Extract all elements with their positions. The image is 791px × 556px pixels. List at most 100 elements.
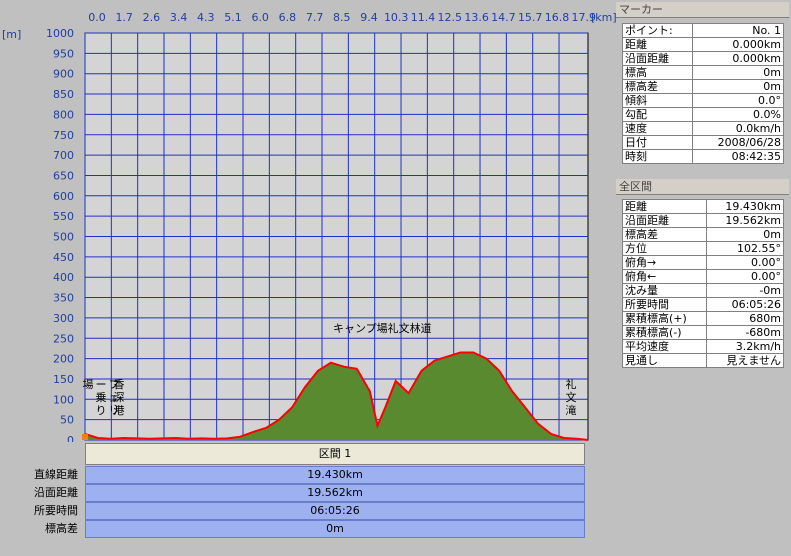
total-value: 0.00° (706, 269, 784, 284)
x-tick-label: 13.6 (464, 11, 489, 24)
y-tick-label: 300 (53, 312, 74, 325)
total-key: 沿面距離 (621, 213, 708, 228)
total-key: 俯角← (621, 269, 708, 284)
total-row: 累積標高(-) -680m (621, 325, 784, 340)
section-summary-value: 19.430km (85, 466, 585, 484)
y-tick-label: 350 (53, 292, 74, 305)
annotation-vertical-label: 礼文滝 (566, 377, 577, 417)
y-tick-label: 500 (53, 231, 74, 244)
x-tick-label: 16.8 (545, 11, 570, 24)
y-tick-label: 950 (53, 47, 74, 60)
section-summary-value: 19.562km (85, 484, 585, 502)
total-key: 標高差 (621, 227, 708, 242)
y-tick-label: 600 (53, 190, 74, 203)
total-value: 680m (706, 311, 784, 326)
y-tick-label: 100 (53, 393, 74, 406)
total-table: 距離 19.430km 沿面距離 19.562km 標高差 0m 方位 102.55° 俯角→ 0… (621, 199, 784, 368)
total-key: 沈み量 (621, 283, 708, 298)
x-tick-label: 4.3 (197, 11, 215, 24)
total-key: 方位 (621, 241, 708, 256)
total-value: 見えません (706, 353, 784, 368)
total-key: 所要時間 (621, 297, 708, 312)
x-tick-label: 6.8 (279, 11, 297, 24)
x-tick-label: 9.4 (360, 11, 378, 24)
marker-value: 2008/06/28 (692, 135, 784, 150)
x-tick-label: 0.0 (88, 11, 106, 24)
marker-point[interactable] (82, 434, 88, 440)
x-tick-label: 2.6 (143, 11, 161, 24)
elevation-chart[interactable]: 0 50 100 150 200 250 300 350 400 450 500 550 600 650 7… (0, 0, 616, 442)
annotation-vertical-label: 香深港 (114, 378, 125, 417)
marker-value: 0.0% (692, 107, 784, 122)
marker-row: 日付 2008/06/28 (621, 135, 784, 150)
section-summary-label: 標高差 (45, 522, 78, 535)
x-tick-label: 6.0 (251, 11, 269, 24)
marker-row: 沿面距離 0.000km (621, 51, 784, 66)
marker-key: 勾配 (621, 107, 694, 122)
y-tick-label: 150 (53, 373, 74, 386)
marker-value: 0.0° (692, 93, 784, 108)
total-row: 平均速度 3.2km/h (621, 339, 784, 354)
total-row: 距離 19.430km (621, 199, 784, 214)
marker-panel-header: マーカー (616, 2, 789, 18)
x-axis-ticks: 0.0 1.7 2.6 3.4 4.3 5.1 6.0 6.8 7.7 8.5 9.4 10.3 11.… (88, 11, 596, 24)
x-tick-label: 14.7 (491, 11, 516, 24)
marker-value: 08:42:35 (692, 149, 784, 164)
x-tick-label: 10.3 (384, 11, 409, 24)
marker-table: ポイント: No. 1 距離 0.000km 沿面距離 0.000km 標高 0m 標高差 0m 傾… (621, 23, 784, 164)
total-value: 0.00° (706, 255, 784, 270)
marker-value: 0.000km (692, 51, 784, 66)
total-key: 距離 (621, 199, 708, 214)
y-axis-unit: [m] (2, 28, 21, 41)
total-row: 俯角← 0.00° (621, 269, 784, 284)
profile-window: 0 50 100 150 200 250 300 350 400 450 500 550 600 650 7… (0, 0, 791, 556)
total-panel-header: 全区間 (616, 179, 789, 195)
x-axis-unit: [km] (591, 11, 616, 24)
marker-row: ポイント: No. 1 (621, 23, 784, 38)
section-summary-value: 06:05:26 (85, 502, 585, 520)
total-row: 所要時間 06:05:26 (621, 297, 784, 312)
marker-value: 0.0km/h (692, 121, 784, 136)
marker-value: 0m (692, 65, 784, 80)
marker-row: 傾斜 0.0° (621, 93, 784, 108)
y-tick-label: 50 (60, 414, 74, 427)
marker-value: No. 1 (692, 23, 784, 38)
marker-row: 距離 0.000km (621, 37, 784, 52)
total-value: 06:05:26 (706, 297, 784, 312)
y-tick-label: 450 (53, 251, 74, 264)
marker-row: 勾配 0.0% (621, 107, 784, 122)
marker-key: 距離 (621, 37, 694, 52)
marker-row: 標高 0m (621, 65, 784, 80)
marker-key: 速度 (621, 121, 694, 136)
total-value: 3.2km/h (706, 339, 784, 354)
y-tick-label: 200 (53, 353, 74, 366)
marker-value: 0m (692, 79, 784, 94)
y-tick-label: 400 (53, 271, 74, 284)
total-row: 方位 102.55° (621, 241, 784, 256)
total-value: 19.562km (706, 213, 784, 228)
marker-key: 傾斜 (621, 93, 694, 108)
x-tick-label: 5.1 (224, 11, 242, 24)
total-row: 累積標高(+) 680m (621, 311, 784, 326)
section-summary-value: 0m (85, 520, 585, 538)
marker-row: 速度 0.0km/h (621, 121, 784, 136)
section-summary-label: 直線距離 (34, 468, 78, 481)
total-key: 累積標高(+) (621, 311, 708, 326)
section-header-button[interactable]: 区間 1 (85, 443, 585, 465)
x-tick-label: 12.5 (438, 11, 463, 24)
y-tick-label: 850 (53, 88, 74, 101)
marker-key: 沿面距離 (621, 51, 694, 66)
total-key: 累積標高(-) (621, 325, 708, 340)
y-tick-label: 700 (53, 149, 74, 162)
x-tick-label: 8.5 (333, 11, 351, 24)
x-tick-label: 1.7 (115, 11, 133, 24)
total-row: 沿面距離 19.562km (621, 213, 784, 228)
total-row: 沈み量 -0m (621, 283, 784, 298)
y-tick-label: 1000 (46, 27, 74, 40)
y-axis-ticks: 0 50 100 150 200 250 300 350 400 450 500 550 600 650 7… (46, 27, 74, 442)
y-tick-label: 650 (53, 169, 74, 182)
section-summary-label: 沿面距離 (34, 486, 78, 499)
annotation-label: キャンプ場礼文林道 (333, 321, 432, 335)
y-tick-label: 250 (53, 332, 74, 345)
total-row: 標高差 0m (621, 227, 784, 242)
